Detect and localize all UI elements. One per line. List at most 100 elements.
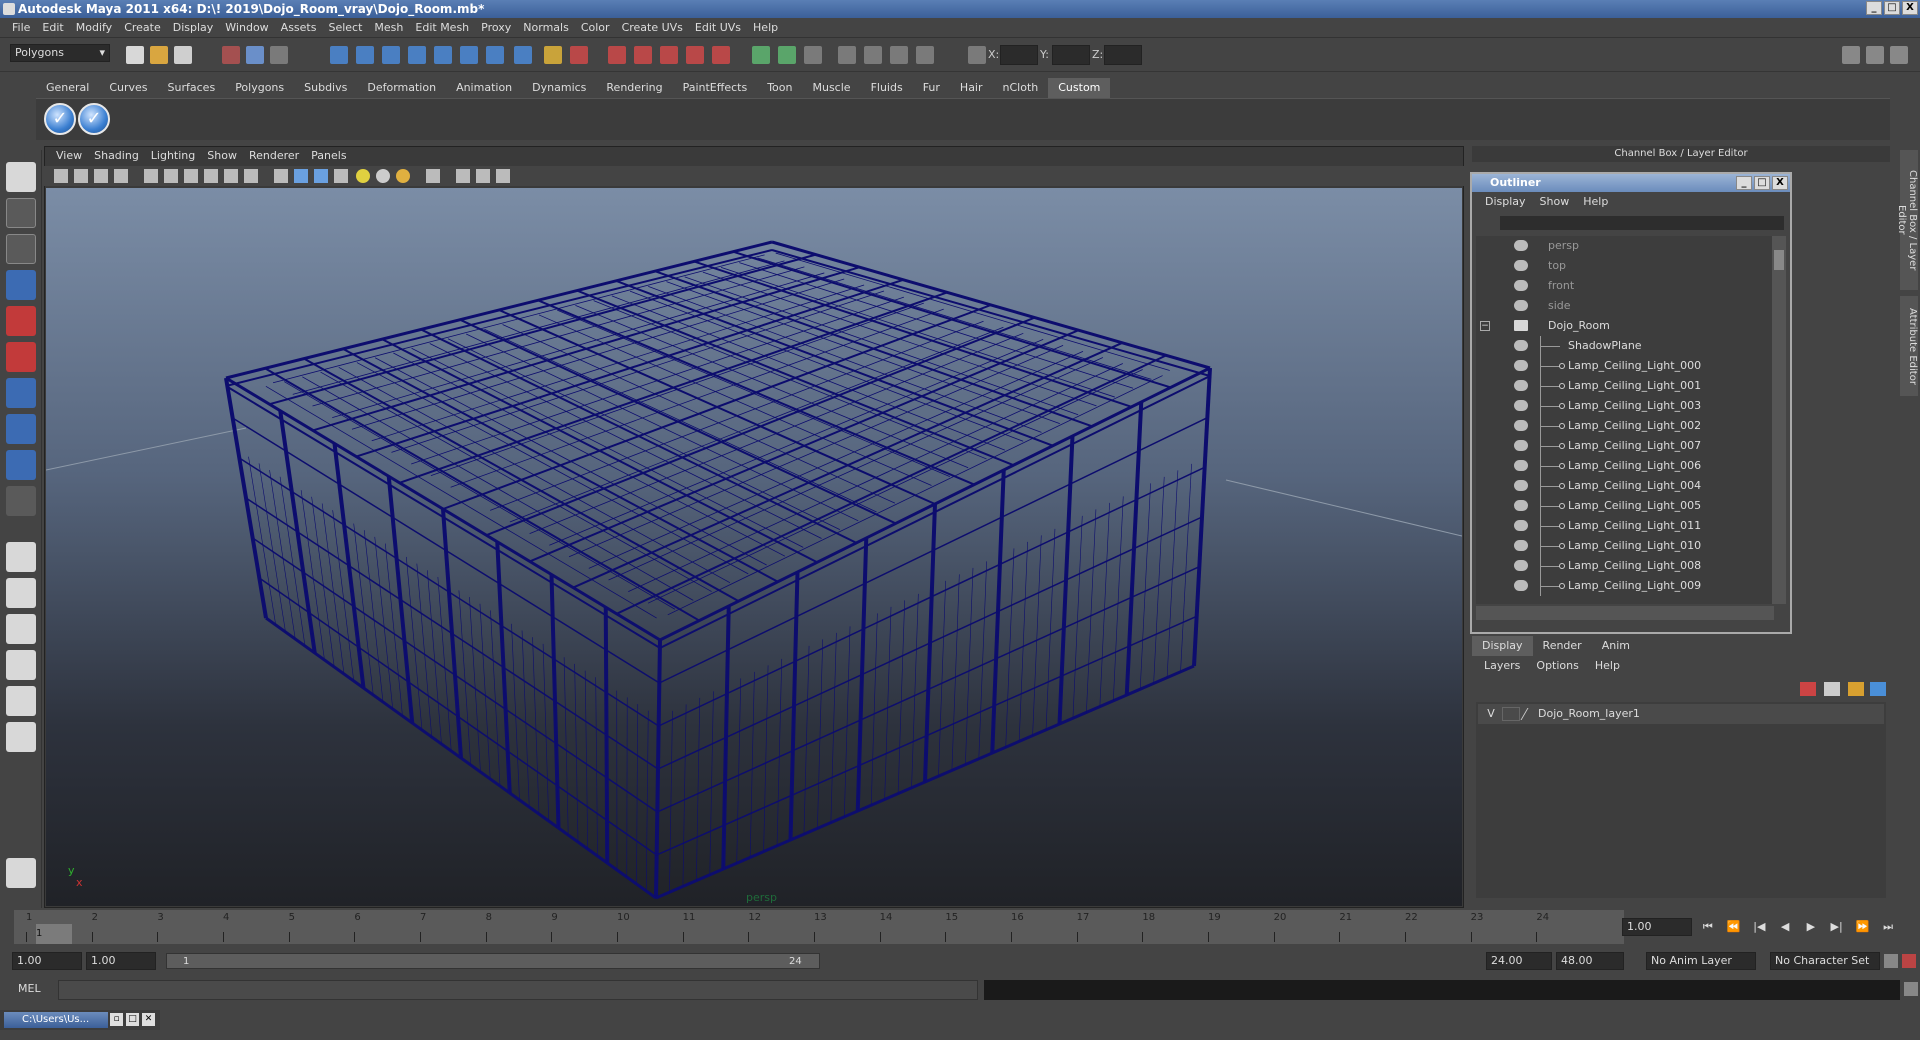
menu-edit[interactable]: Edit — [36, 21, 69, 34]
menu-proxy[interactable]: Proxy — [475, 21, 517, 34]
shelf-tab-animation[interactable]: Animation — [446, 78, 522, 98]
wireframe-icon[interactable] — [274, 169, 288, 183]
snap-curve-icon[interactable] — [356, 46, 374, 64]
maximize-button[interactable]: □ — [1884, 1, 1900, 15]
snap-point-icon[interactable] — [382, 46, 400, 64]
play-forwards-button[interactable]: ▶ — [1801, 918, 1821, 936]
viewport-menu-lighting[interactable]: Lighting — [145, 146, 201, 166]
history-icon[interactable] — [460, 46, 478, 64]
persp-hypershade-layout-icon[interactable] — [6, 686, 36, 716]
outliner-item-lamp-002[interactable]: Lamp_Ceiling_Light_002 — [1476, 416, 1774, 436]
minimized-explorer-window[interactable]: C:\Users\Us... — [4, 1012, 108, 1028]
outliner-maximize-button[interactable]: □ — [1754, 176, 1770, 190]
anim-layer-dropdown[interactable]: No Anim Layer — [1646, 952, 1756, 970]
viewport-menu-panels[interactable]: Panels — [305, 146, 352, 166]
shelf-tab-dynamics[interactable]: Dynamics — [522, 78, 596, 98]
outliner-item-lamp-005[interactable]: Lamp_Ceiling_Light_005 — [1476, 496, 1774, 516]
hypershade-icon[interactable] — [686, 46, 704, 64]
last-tool-icon[interactable] — [6, 486, 36, 516]
select-tool-icon[interactable] — [6, 162, 36, 192]
move-tool-icon[interactable] — [6, 270, 36, 300]
layer-menu-options[interactable]: Options — [1528, 656, 1586, 676]
render-view-icon[interactable] — [712, 46, 730, 64]
outliner-horizontal-scrollbar[interactable] — [1476, 606, 1774, 620]
outliner-item-side[interactable]: side — [1476, 296, 1774, 316]
auto-key-icon[interactable] — [1884, 954, 1898, 968]
shelf-tab-general[interactable]: General — [36, 78, 99, 98]
go-to-end-button[interactable]: ⏭ — [1878, 918, 1898, 936]
toggle-channel-box-icon[interactable] — [1842, 46, 1860, 64]
layer-visibility-toggle[interactable]: V — [1482, 704, 1500, 724]
default-lighting-icon[interactable] — [356, 169, 370, 183]
xray-icon[interactable] — [456, 169, 470, 183]
shelf-tab-painteffects[interactable]: PaintEffects — [673, 78, 758, 98]
make-live-icon[interactable] — [434, 46, 452, 64]
layer-type-toggle[interactable] — [1502, 707, 1520, 721]
menu-color[interactable]: Color — [575, 21, 616, 34]
channel-icon[interactable] — [804, 46, 822, 64]
outliner-menu-display[interactable]: Display — [1478, 192, 1533, 212]
menu-create[interactable]: Create — [118, 21, 167, 34]
viewport-menu-renderer[interactable]: Renderer — [243, 146, 305, 166]
outliner-icon[interactable] — [838, 46, 856, 64]
range-slider-bar[interactable]: 1 24 — [166, 953, 820, 969]
paint-select-tool-icon[interactable] — [6, 234, 36, 264]
lock-icon[interactable] — [544, 46, 562, 64]
persp-outliner-layout-icon[interactable] — [6, 614, 36, 644]
menu-display[interactable]: Display — [167, 21, 220, 34]
field-chart-icon[interactable] — [224, 169, 238, 183]
outliner-minimize-button[interactable]: _ — [1736, 176, 1752, 190]
outliner-item-lamp-004[interactable]: Lamp_Ceiling_Light_004 — [1476, 476, 1774, 496]
graph-editor-icon[interactable] — [864, 46, 882, 64]
shelf-tab-hair[interactable]: Hair — [950, 78, 993, 98]
render-frame-icon[interactable] — [608, 46, 626, 64]
new-layer-from-selected-icon[interactable] — [1800, 682, 1816, 696]
shelf-tab-muscle[interactable]: Muscle — [802, 78, 860, 98]
menu-window[interactable]: Window — [219, 21, 274, 34]
shelf-tab-fluids[interactable]: Fluids — [861, 78, 913, 98]
shelf-tab-toon[interactable]: Toon — [757, 78, 802, 98]
menu-edit-mesh[interactable]: Edit Mesh — [409, 21, 475, 34]
open-scene-icon[interactable] — [150, 46, 168, 64]
animation-start-field[interactable]: 1.00 — [12, 952, 82, 970]
outliner-close-button[interactable]: X — [1772, 176, 1788, 190]
step-forward-key-button[interactable]: ⏩ — [1853, 918, 1873, 936]
outliner-vertical-scrollbar[interactable] — [1772, 236, 1786, 604]
animation-preferences-icon[interactable] — [1902, 954, 1916, 968]
absolute-transform-icon[interactable] — [968, 46, 986, 64]
single-perspective-layout-icon[interactable] — [6, 542, 36, 572]
playback-end-field[interactable]: 24.00 — [1486, 952, 1552, 970]
universal-manipulator-icon[interactable] — [6, 378, 36, 408]
soft-modification-icon[interactable] — [6, 414, 36, 444]
four-view-layout-icon[interactable] — [6, 578, 36, 608]
outliner-titlebar[interactable]: Outliner _ □ X — [1472, 174, 1790, 192]
two-d-pan-zoom-icon[interactable] — [114, 169, 128, 183]
restore-icon[interactable]: ▫ — [110, 1013, 123, 1026]
camera-attributes-icon[interactable] — [54, 169, 68, 183]
menu-edit-uvs[interactable]: Edit UVs — [689, 21, 747, 34]
shelf-tab-deformation[interactable]: Deformation — [357, 78, 446, 98]
menu-create-uvs[interactable]: Create UVs — [616, 21, 689, 34]
y-field[interactable] — [1052, 45, 1090, 65]
lasso-tool-icon[interactable] — [6, 198, 36, 228]
step-back-frame-button[interactable]: |◀ — [1750, 918, 1770, 936]
rotate-tool-icon[interactable] — [6, 306, 36, 336]
resolution-gate-icon[interactable] — [184, 169, 198, 183]
gate-mask-icon[interactable] — [204, 169, 218, 183]
mel-toggle[interactable]: MEL — [18, 982, 41, 995]
toggle-attribute-editor-icon[interactable] — [1866, 46, 1884, 64]
menu-set-dropdown[interactable]: Polygons — [10, 44, 110, 62]
go-to-start-button[interactable]: ⏮ — [1698, 918, 1718, 936]
shelf-tab-polygons[interactable]: Polygons — [225, 78, 294, 98]
menu-normals[interactable]: Normals — [517, 21, 575, 34]
select-by-hierarchy-icon[interactable] — [222, 46, 240, 64]
snap-grid-icon[interactable] — [330, 46, 348, 64]
menu-modify[interactable]: Modify — [70, 21, 118, 34]
textured-icon[interactable] — [334, 169, 348, 183]
outliner-item-shadowplane[interactable]: ShadowPlane — [1476, 336, 1774, 356]
outliner-item-dojo-room[interactable]: − Dojo_Room — [1476, 316, 1774, 336]
move-selected-down-icon[interactable] — [1870, 682, 1886, 696]
shelf-tab-fur[interactable]: Fur — [913, 78, 950, 98]
layer-menu-layers[interactable]: Layers — [1476, 656, 1528, 676]
viewport-menu-shading[interactable]: Shading — [88, 146, 145, 166]
